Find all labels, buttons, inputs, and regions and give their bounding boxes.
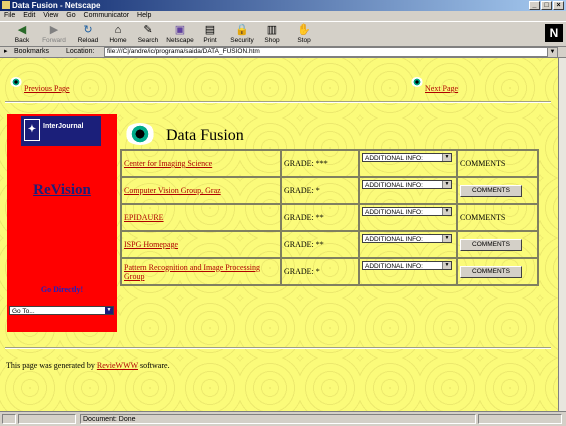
grade-cell: GRADE: * [281,177,359,204]
netscape-app-icon [2,1,10,9]
chevron-down-icon: ▼ [442,208,451,215]
grade-cell: GRADE: *** [281,150,359,177]
chevron-down-icon[interactable]: ▼ [547,47,558,58]
chevron-down-icon: ▼ [442,262,451,269]
table-row: EPIDAURE GRADE: ** ADDITIONAL INFO: ▼ COM… [121,204,538,231]
table-row: Computer Vision Group, Graz GRADE: * ADD… [121,177,538,204]
back-arrow-icon: ◀ [17,24,27,36]
minimize-button[interactable]: _ [529,1,540,10]
page-content: Previous Page Next Page ✦ InterJournal R… [0,58,558,411]
footer-text: This page was generated by RevieWWW soft… [6,361,170,370]
reload-icon: ↻ [83,24,93,36]
reviewww-link[interactable]: RevieWWW [97,361,138,370]
shop-icon: ▥ [266,24,278,36]
menu-communicator[interactable]: Communicator [84,12,130,19]
forward-button[interactable]: ▶ Forward [40,24,68,44]
menu-view[interactable]: View [43,12,58,19]
title-bar: Data Fusion - Netscape _ □ × [0,0,566,11]
eye-icon [124,123,156,145]
url-field[interactable]: file:///C|/andre/ic/programa/saida/DATA_… [104,47,548,57]
chevron-down-icon: ▼ [442,181,451,188]
menu-file[interactable]: File [4,12,15,19]
home-button[interactable]: ⌂ Home [104,24,132,44]
menu-go[interactable]: Go [66,12,75,19]
goto-select[interactable]: Go To... ▼ [9,306,114,315]
status-text: Document: Done [80,414,476,424]
search-button[interactable]: ✎ Search [134,24,162,44]
go-directly-label: Go Directly! [40,285,84,294]
window-controls: _ □ × [529,1,564,10]
print-button[interactable]: ▤ Print [196,24,224,44]
stop-icon: ✋ [297,24,311,36]
print-icon: ▤ [204,24,216,36]
security-button[interactable]: 🔒 Security [228,24,256,44]
revision-link[interactable]: ReVision [7,182,117,199]
reload-button[interactable]: ↻ Reload [74,24,102,44]
netscape-logo[interactable]: N [545,24,563,42]
close-button[interactable]: × [553,1,564,10]
site-link[interactable]: Center for Imaging Science [124,159,212,168]
lock-icon: 🔒 [235,24,249,36]
location-label: Location: [66,48,95,55]
additional-info-select[interactable]: ADDITIONAL INFO: ▼ [362,207,452,216]
table-row: Pattern Recognition and Image Processing… [121,258,538,285]
navigation-toolbar: ◀ Back ▶ Forward ↻ Reload ⌂ Home ✎ Search ▣ Ne… [0,21,566,47]
progress-panel [18,414,76,424]
forward-arrow-icon: ▶ [49,24,59,36]
sites-table: Center for Imaging Science GRADE: *** AD… [120,149,539,286]
grade-cell: GRADE: ** [281,204,359,231]
next-page-link[interactable]: Next Page [425,84,458,93]
interjournal-badge[interactable]: ✦ InterJournal [21,116,101,146]
additional-info-select[interactable]: ADDITIONAL INFO: ▼ [362,261,452,270]
additional-info-select[interactable]: ADDITIONAL INFO: ▼ [362,153,452,162]
grade-cell: GRADE: ** [281,231,359,258]
status-bar: Document: Done [0,411,566,426]
maximize-button[interactable]: □ [541,1,552,10]
menu-edit[interactable]: Edit [23,12,35,19]
back-button[interactable]: ◀ Back [8,24,36,44]
site-link[interactable]: ISPG Homepage [124,240,178,249]
comments-button[interactable]: COMMENTS [460,184,522,197]
eye-icon [10,77,22,87]
grade-cell: GRADE: * [281,258,359,285]
netscape-icon: ▣ [174,24,186,36]
menu-help[interactable]: Help [137,12,151,19]
netscape-button[interactable]: ▣ Netscape [166,24,194,44]
divider [5,101,551,103]
comments-label: COMMENTS [460,159,506,168]
security-status-icon[interactable] [2,414,16,424]
sidebar: ✦ InterJournal ReVision Go Directly! Go … [7,114,117,332]
comments-button[interactable]: COMMENTS [460,238,522,251]
chevron-down-icon: ▼ [105,307,113,314]
site-link[interactable]: EPIDAURE [124,213,164,222]
chevron-down-icon: ▼ [442,154,451,161]
bookmarks-button[interactable]: Bookmarks [14,46,49,57]
bookmarks-icon: ▸ [4,48,8,55]
eye-icon [411,77,423,87]
site-link[interactable]: Pattern Recognition and Image Processing… [124,263,260,281]
shop-button[interactable]: ▥ Shop [258,24,286,44]
comments-button[interactable]: COMMENTS [460,265,522,278]
page-title: Data Fusion [166,127,244,144]
emblem-icon: ✦ [24,119,40,141]
vertical-scrollbar[interactable] [558,58,566,411]
divider [5,347,551,349]
table-row: Center for Imaging Science GRADE: *** AD… [121,150,538,177]
stop-button[interactable]: ✋ Stop [290,24,318,44]
previous-page-link[interactable]: Previous Page [24,84,70,93]
additional-info-select[interactable]: ADDITIONAL INFO: ▼ [362,180,452,189]
site-link[interactable]: Computer Vision Group, Graz [124,186,221,195]
interjournal-label: InterJournal [43,123,84,130]
location-bar: ▸ Bookmarks Location: file:///C|/andre/i… [0,46,566,58]
search-icon: ✎ [143,24,153,36]
window-title: Data Fusion - Netscape [12,1,101,10]
menu-bar: File Edit View Go Communicator Help [0,11,566,21]
additional-info-select[interactable]: ADDITIONAL INFO: ▼ [362,234,452,243]
component-bar[interactable] [478,414,562,424]
comments-label: COMMENTS [460,213,506,222]
table-row: ISPG Homepage GRADE: ** ADDITIONAL INFO:… [121,231,538,258]
chevron-down-icon: ▼ [442,235,451,242]
home-icon: ⌂ [114,24,122,36]
